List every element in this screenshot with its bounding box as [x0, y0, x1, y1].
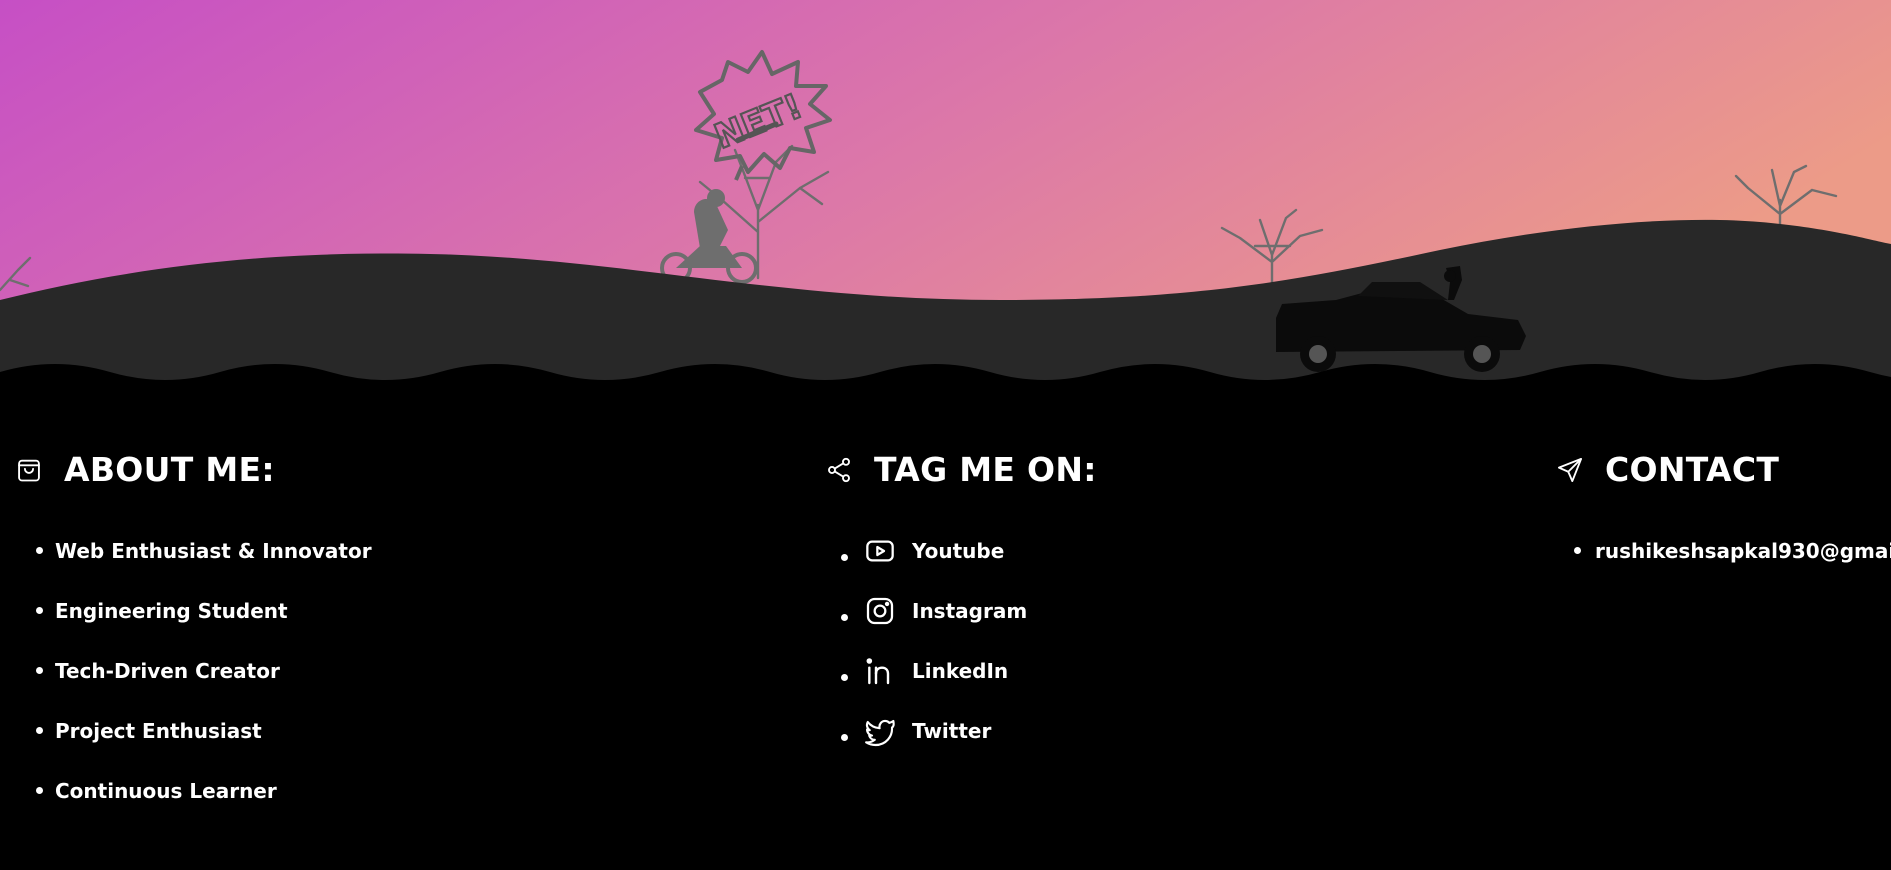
contact-section: CONTACT rushikeshsapkal930@gmail.com — [1555, 450, 1891, 581]
bullet — [36, 547, 43, 554]
footer: ABOUT ME: Web Enthusiast & Innovator Eng… — [0, 400, 1891, 870]
bullet — [841, 614, 848, 621]
youtube-icon[interactable] — [863, 534, 897, 568]
shopping-bag-icon — [14, 455, 44, 485]
wavy-ground-edge — [0, 364, 1891, 400]
twitter-icon[interactable] — [863, 714, 897, 748]
contact-email-link[interactable]: rushikeshsapkal930@gmail.com — [1555, 521, 1891, 581]
about-item: Project Enthusiast — [14, 701, 372, 761]
about-item: Tech-Driven Creator — [14, 641, 372, 701]
social-section: TAG ME ON: Youtube Instagram LinkedIn Tw… — [824, 450, 1097, 761]
social-link-youtube[interactable]: Youtube — [824, 521, 1097, 581]
bullet — [841, 674, 848, 681]
social-list: Youtube Instagram LinkedIn Twitter — [824, 521, 1097, 761]
social-header: TAG ME ON: — [824, 450, 1097, 490]
about-item: Web Enthusiast & Innovator — [14, 521, 372, 581]
about-heading: ABOUT ME: — [64, 450, 275, 489]
send-icon — [1555, 455, 1585, 485]
social-label[interactable]: Youtube — [912, 539, 1004, 563]
about-header: ABOUT ME: — [14, 450, 372, 490]
about-section: ABOUT ME: Web Enthusiast & Innovator Eng… — [14, 450, 372, 821]
social-label[interactable]: LinkedIn — [912, 659, 1008, 683]
contact-list: rushikeshsapkal930@gmail.com — [1555, 521, 1891, 581]
bullet — [841, 554, 848, 561]
instagram-icon[interactable] — [863, 594, 897, 628]
bullet — [36, 787, 43, 794]
bullet — [841, 734, 848, 741]
share-icon — [824, 455, 854, 485]
contact-header: CONTACT — [1555, 450, 1891, 490]
social-label[interactable]: Instagram — [912, 599, 1027, 623]
about-list: Web Enthusiast & Innovator Engineering S… — [14, 521, 372, 821]
about-item: Engineering Student — [14, 581, 372, 641]
bullet — [1574, 547, 1581, 554]
landscape-banner: NET! — [0, 0, 1891, 400]
social-link-twitter[interactable]: Twitter — [824, 701, 1097, 761]
social-link-instagram[interactable]: Instagram — [824, 581, 1097, 641]
contact-email[interactable]: rushikeshsapkal930@gmail.com — [1595, 539, 1891, 563]
bullet — [36, 607, 43, 614]
bullet — [36, 667, 43, 674]
social-link-linkedin[interactable]: LinkedIn — [824, 641, 1097, 701]
social-heading: TAG ME ON: — [874, 450, 1097, 489]
linkedin-icon[interactable] — [863, 654, 897, 688]
about-item: Continuous Learner — [14, 761, 372, 821]
social-label[interactable]: Twitter — [912, 719, 991, 743]
contact-heading: CONTACT — [1605, 450, 1780, 489]
bullet — [36, 727, 43, 734]
